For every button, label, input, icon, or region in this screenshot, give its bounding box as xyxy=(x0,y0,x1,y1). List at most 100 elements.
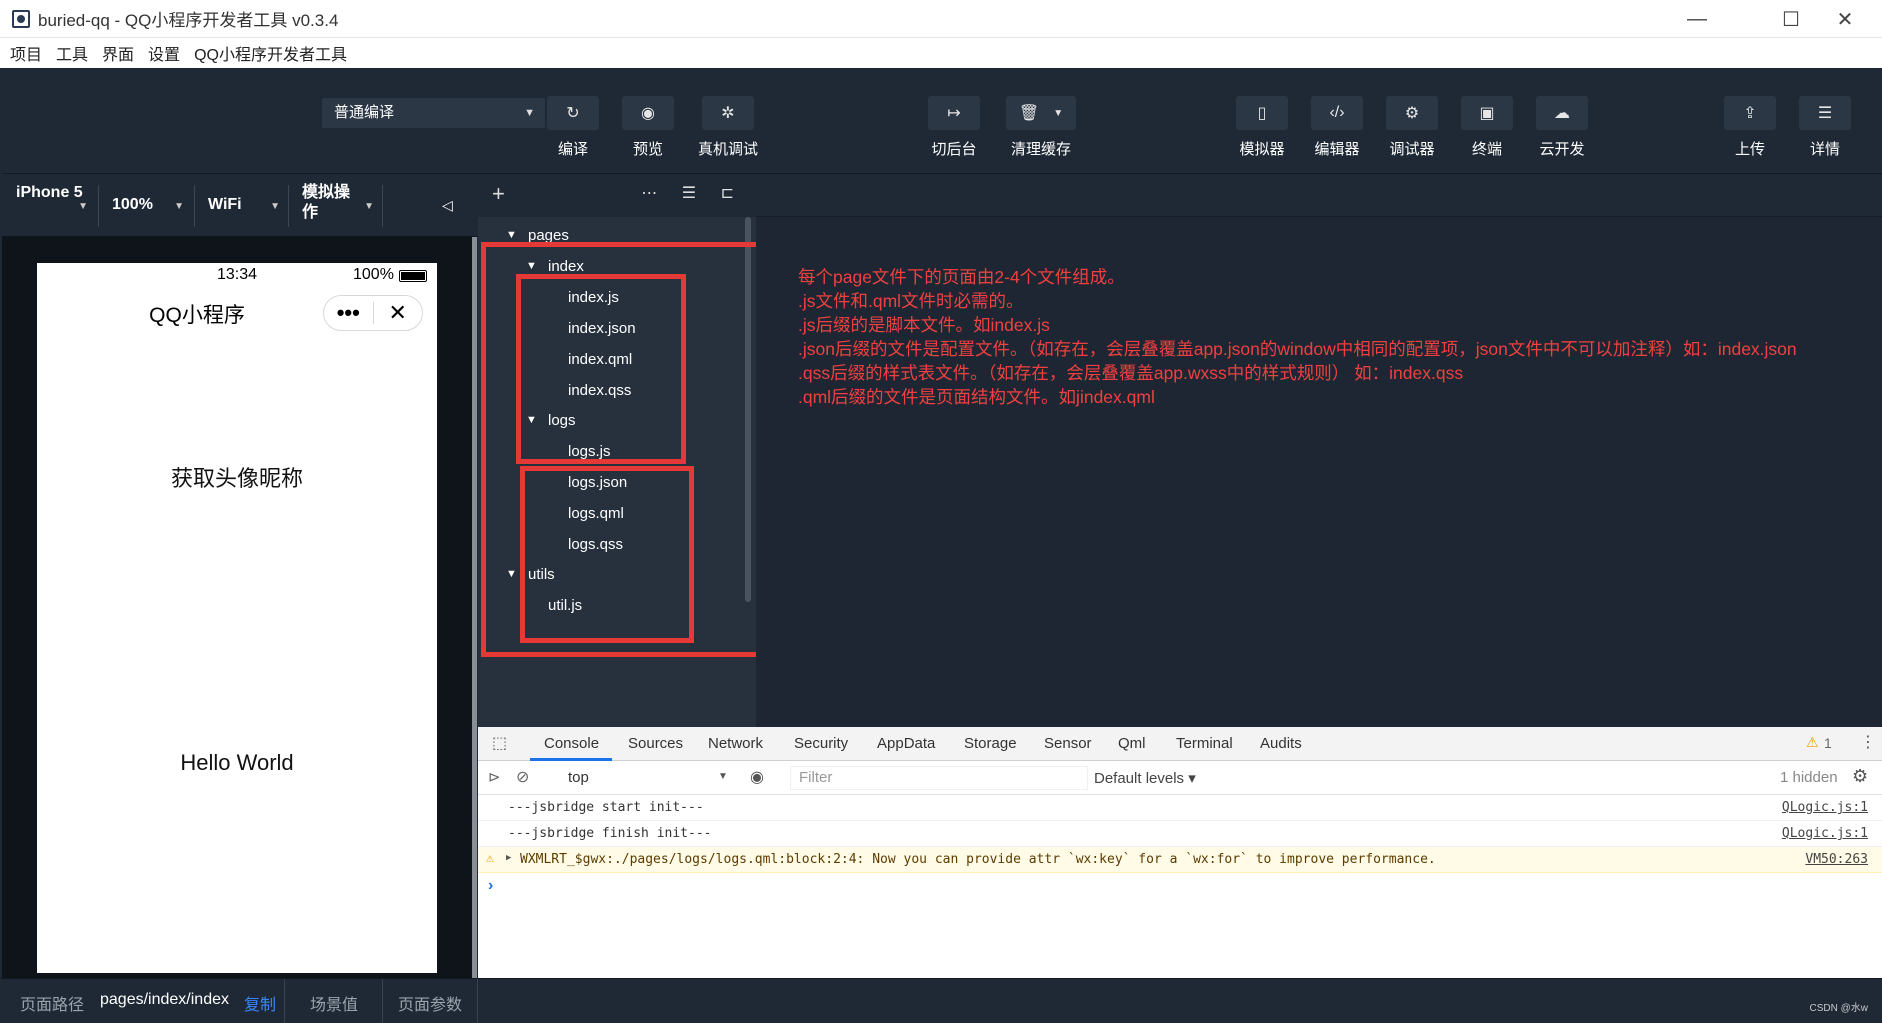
note-line: .qss后缀的样式表文件。（如存在，会层叠覆盖app.wxss中的样式规则） 如… xyxy=(798,363,1464,383)
divider xyxy=(284,979,285,1023)
chevron-down-icon: ▼ xyxy=(364,201,374,212)
simulator-toggle-button[interactable]: ▯ 模拟器 xyxy=(1222,96,1302,159)
tab-qml[interactable]: Qml xyxy=(1118,735,1146,752)
logs-highlight-box xyxy=(520,466,694,643)
cloud-dev-button[interactable]: ☁ 云开发 xyxy=(1522,96,1602,159)
filter-input[interactable]: Filter xyxy=(790,766,1088,790)
tab-audits[interactable]: Audits xyxy=(1260,735,1302,752)
terminal-toggle-button[interactable]: ▣ 终端 xyxy=(1447,96,1527,159)
hidden-count: 1 hidden xyxy=(1780,769,1838,786)
menu-item-project[interactable]: 项目 xyxy=(10,41,42,65)
log-message: ---jsbridge start init--- xyxy=(508,800,704,815)
chevron-down-icon: ▼ xyxy=(174,201,184,212)
menu-item-settings[interactable]: 设置 xyxy=(148,41,180,65)
status-battery-text: 100% xyxy=(353,266,394,283)
note-line: 每个page文件下的页面由2-4个文件组成。 xyxy=(798,267,1125,287)
note-line: .js后缀的是脚本文件。如index.js xyxy=(798,315,1050,335)
menu-icon: ☰ xyxy=(1799,96,1851,130)
real-device-debug-button[interactable]: ✲ 真机调试 xyxy=(688,96,768,159)
debugger-toggle-button[interactable]: ⚙ 调试器 xyxy=(1372,96,1452,159)
chevron-down-icon[interactable]: ▼ xyxy=(718,771,728,782)
copy-path-link[interactable]: 复制 xyxy=(244,991,276,1015)
simulator-label: 模拟器 xyxy=(1239,141,1285,158)
compile-button[interactable]: ↻ 编译 xyxy=(533,96,613,159)
phone-screen: 13:34 100% QQ小程序 ••• ✕ 获取头像昵称 Hello Worl… xyxy=(37,263,437,973)
tab-terminal[interactable]: Terminal xyxy=(1176,735,1233,752)
note-line: .json后缀的文件是配置文件。（如存在，会层叠覆盖app.json的windo… xyxy=(798,339,1797,359)
terminal-icon: ▣ xyxy=(1461,96,1513,130)
close-icon[interactable]: ✕ xyxy=(374,300,423,326)
levels-select[interactable]: Default levels ▾ xyxy=(1094,769,1196,787)
console-prompt-icon[interactable]: › xyxy=(488,877,493,895)
tab-network[interactable]: Network xyxy=(708,735,763,752)
capsule-menu: ••• ✕ xyxy=(323,295,423,331)
index-highlight-box xyxy=(516,274,686,464)
upload-button[interactable]: ⇪ 上传 xyxy=(1710,96,1790,159)
upload-icon: ⇪ xyxy=(1724,96,1776,130)
get-avatar-nickname-text[interactable]: 获取头像昵称 xyxy=(37,461,437,493)
editor-label: 编辑器 xyxy=(1314,141,1360,158)
expand-triangle-icon[interactable]: ▶ xyxy=(506,853,511,863)
network-label: WiFi xyxy=(208,196,242,213)
eye-icon[interactable]: ◉ xyxy=(750,767,764,787)
compile-mode-select[interactable]: 普通编译 ▼ xyxy=(322,98,545,128)
preview-button[interactable]: ◉ 预览 xyxy=(608,96,688,159)
zoom-label: 100% xyxy=(112,196,153,213)
watermark: CSDN @水w xyxy=(1809,1003,1869,1014)
clear-console-icon[interactable]: ⊘ xyxy=(516,767,529,787)
page-params-button[interactable]: 页面参数 xyxy=(398,991,462,1015)
chevron-down-icon: ▼ xyxy=(78,201,88,212)
volume-icon[interactable]: ◁ xyxy=(442,195,453,241)
context-select[interactable]: top xyxy=(568,769,589,786)
background-switch-button[interactable]: ↦ 切后台 xyxy=(914,96,994,159)
console-filter-bar: ⊳ ⊘ top ▼ ◉ Filter Default levels ▾ 1 hi… xyxy=(478,761,1882,795)
tab-console[interactable]: Console xyxy=(544,735,599,752)
add-file-icon[interactable]: + xyxy=(492,181,505,207)
more-icon[interactable]: ••• xyxy=(324,300,373,326)
menu-item-devtool[interactable]: QQ小程序开发者工具 xyxy=(194,41,347,65)
scene-value-button[interactable]: 场景值 xyxy=(310,991,358,1015)
upload-label: 上传 xyxy=(1734,141,1765,158)
log-source-link[interactable]: VM50:263 xyxy=(1805,852,1868,867)
chevron-down-icon: ▼ xyxy=(1053,107,1064,119)
close-window-button[interactable]: ✕ xyxy=(1808,0,1882,38)
nav-title: QQ小程序 xyxy=(149,304,245,327)
gear-icon[interactable]: ⚙ xyxy=(1852,766,1868,787)
expand-triangle-icon[interactable]: ▼ xyxy=(506,229,517,241)
tab-sources[interactable]: Sources xyxy=(628,735,683,752)
note-line: .qml后缀的文件是页面结构文件。如jindex.qml xyxy=(798,387,1155,407)
simulator-area: 13:34 100% QQ小程序 ••• ✕ 获取头像昵称 Hello Worl… xyxy=(2,237,477,978)
minimize-button[interactable]: — xyxy=(1660,0,1734,38)
log-source-link[interactable]: QLogic.js:1 xyxy=(1782,826,1868,841)
editor-toggle-button[interactable]: ‹/› 编辑器 xyxy=(1297,96,1377,159)
compile-label: 编译 xyxy=(557,141,588,158)
tab-appdata[interactable]: AppData xyxy=(877,735,935,752)
tree-actions[interactable]: ⋯ ☰ ⊏ xyxy=(641,183,744,203)
log-message: WXMLRT_$gwx:./pages/logs/logs.qml:block:… xyxy=(520,852,1436,867)
sidebar-toggle-icon[interactable]: ⊳ xyxy=(488,768,501,786)
file-tree-toolbar: + ⋯ ☰ ⊏ xyxy=(478,175,756,217)
details-button[interactable]: ☰ 详情 xyxy=(1785,96,1865,159)
sliders-icon: ⚙ xyxy=(1386,96,1438,130)
warning-icon[interactable]: ⚠ xyxy=(1806,734,1819,751)
tab-security[interactable]: Security xyxy=(794,735,848,752)
compile-mode-label: 普通编译 xyxy=(334,104,395,121)
debugger-label: 调试器 xyxy=(1389,141,1435,158)
operation-select[interactable]: 模拟操作 ▼ xyxy=(302,183,374,229)
menu-item-tools[interactable]: 工具 xyxy=(56,41,88,65)
warning-icon: ⚠ xyxy=(486,851,494,866)
simulator-scrollbar[interactable] xyxy=(472,237,477,978)
clear-cache-button[interactable]: 🗑 ▼ 清理缓存 xyxy=(1001,96,1081,159)
device-select[interactable]: iPhone 5 ▼ xyxy=(16,183,88,229)
tab-storage[interactable]: Storage xyxy=(964,735,1017,752)
tab-sensor[interactable]: Sensor xyxy=(1044,735,1092,752)
devtools-menu-icon[interactable]: ⋮ xyxy=(1860,732,1876,752)
network-select[interactable]: WiFi ▼ xyxy=(208,195,280,241)
device-label: iPhone 5 xyxy=(16,184,83,201)
zoom-select[interactable]: 100% ▼ xyxy=(112,195,184,241)
inspect-element-icon[interactable]: ⬚ xyxy=(492,733,507,753)
menu-item-interface[interactable]: 界面 xyxy=(102,41,134,65)
operation-label: 模拟操作 xyxy=(302,184,351,221)
divider xyxy=(194,185,195,227)
log-source-link[interactable]: QLogic.js:1 xyxy=(1782,800,1868,815)
